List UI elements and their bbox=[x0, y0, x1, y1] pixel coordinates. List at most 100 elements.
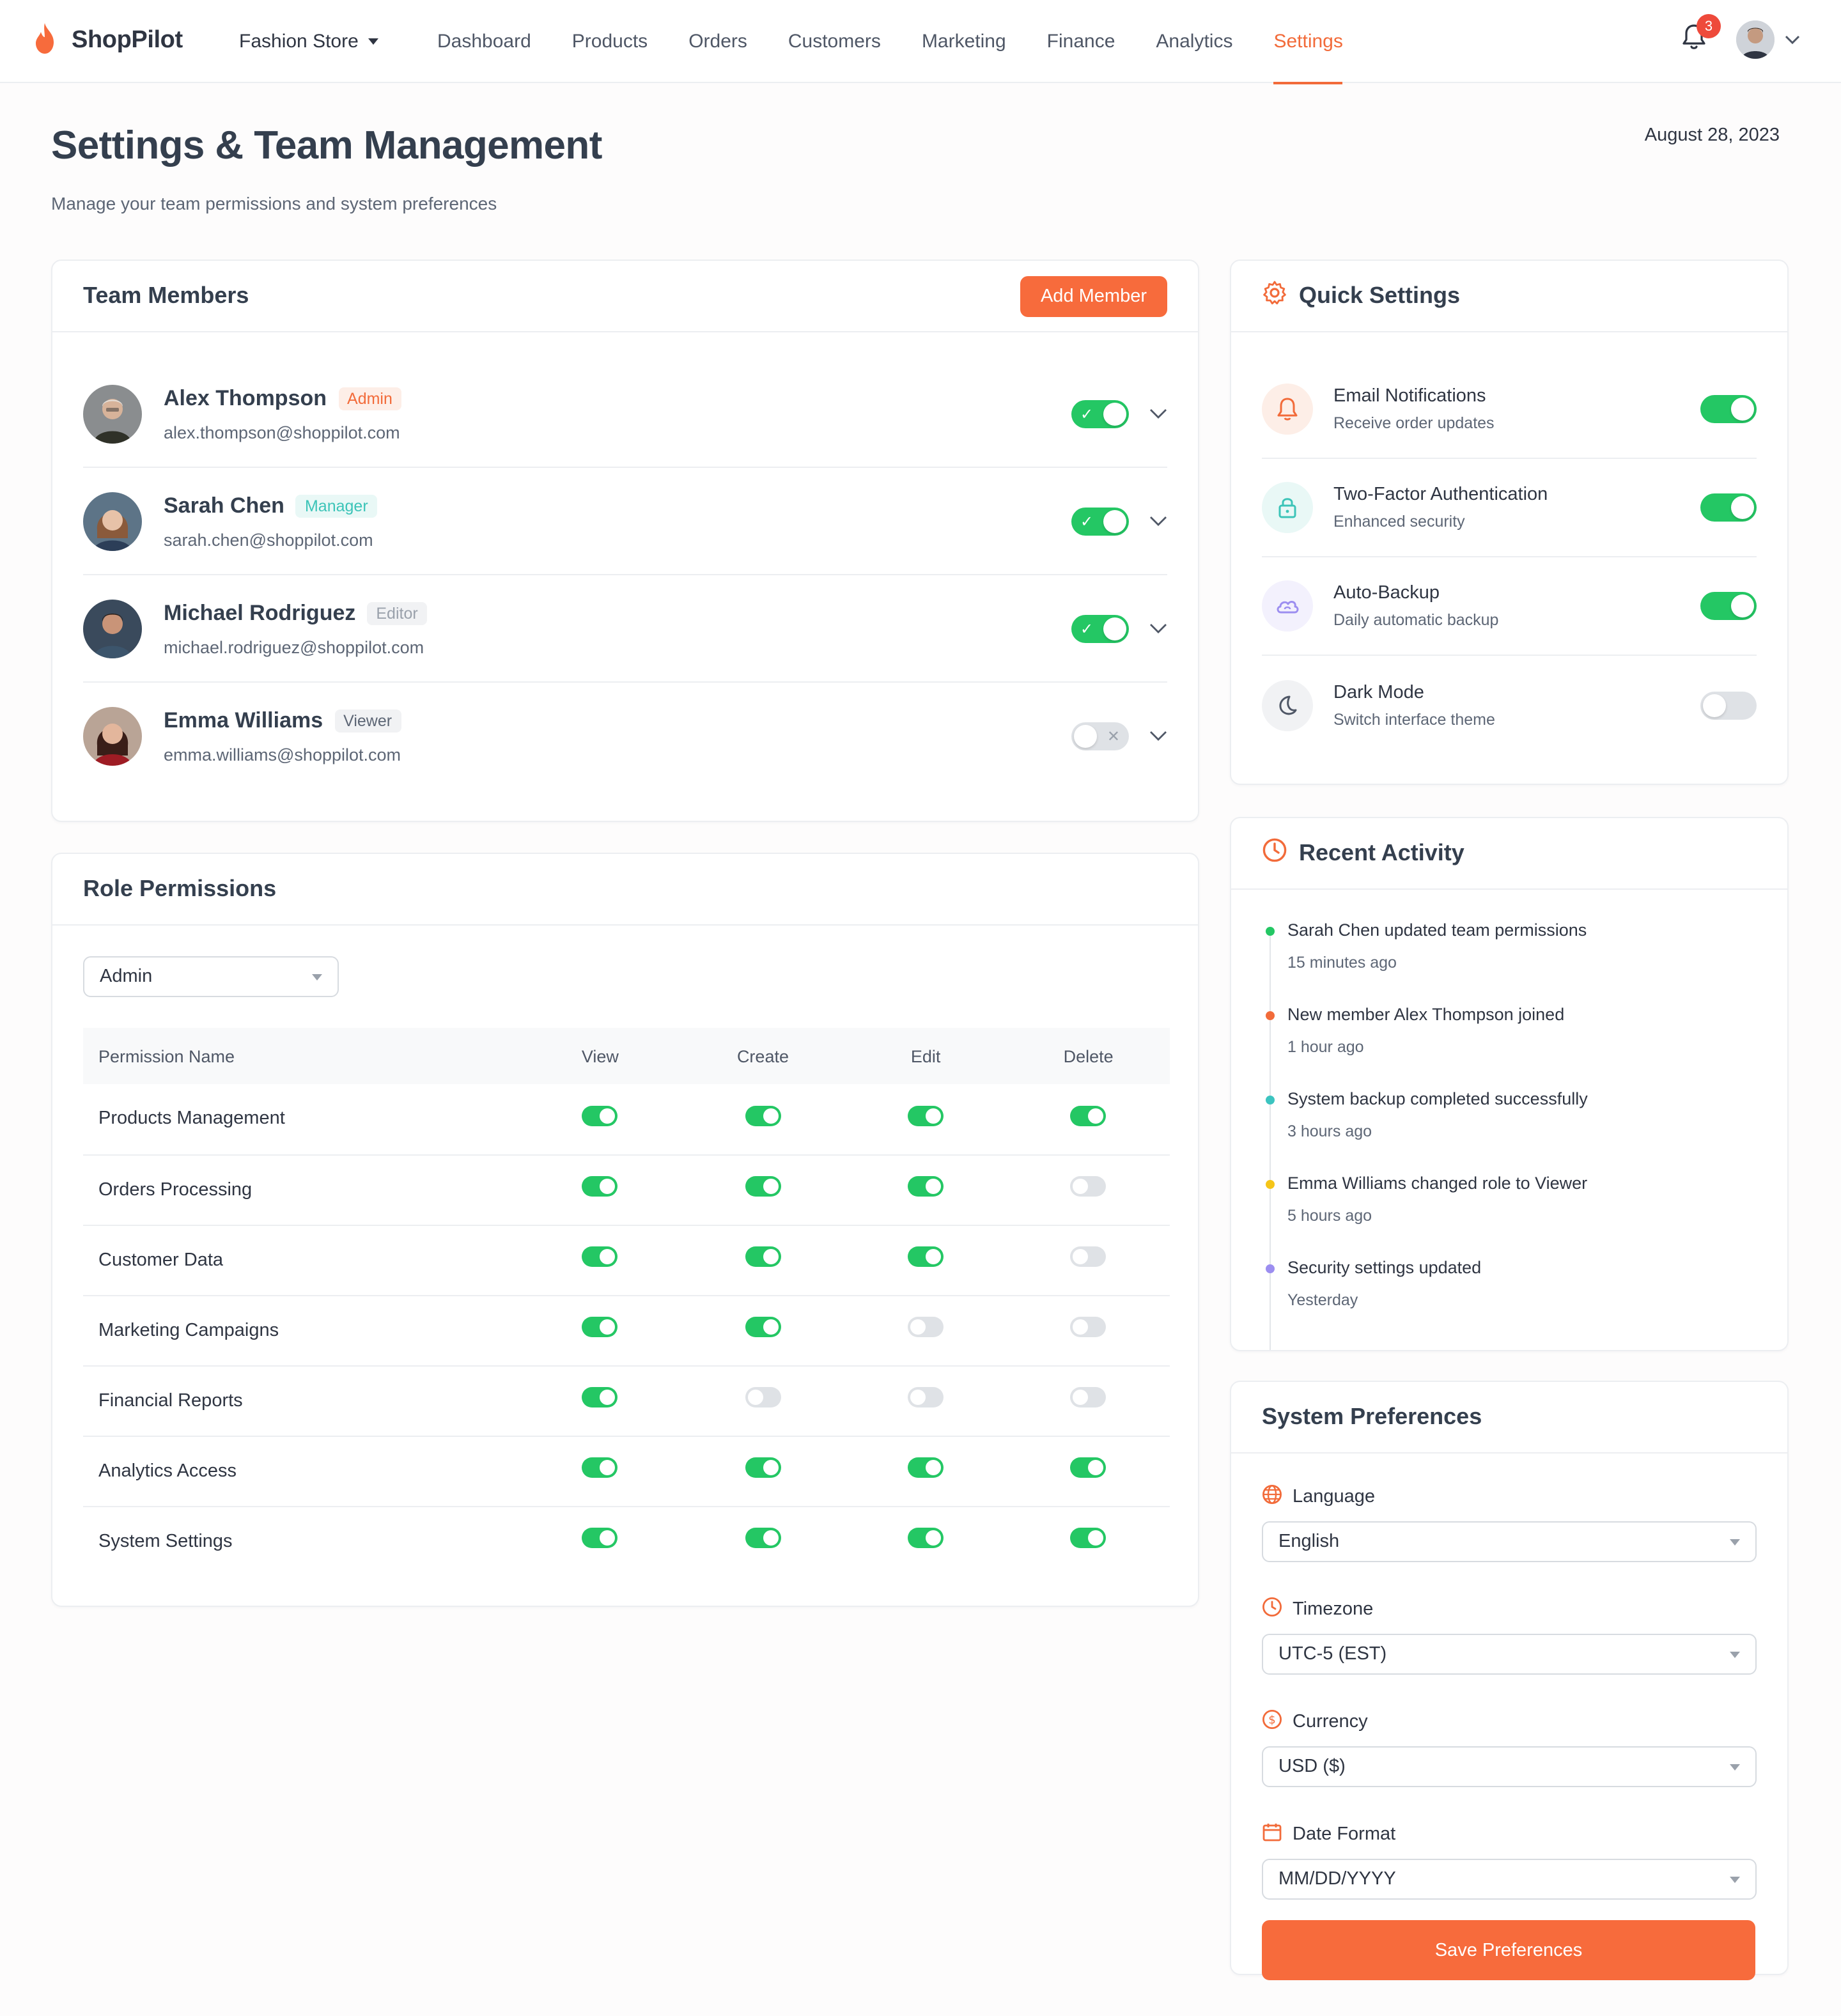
member-row: Sarah Chen Manager sarah.chen@shoppilot.… bbox=[83, 468, 1167, 575]
role-badge: Editor bbox=[367, 601, 427, 624]
role-permissions-card: Role Permissions Admin Permission Name V… bbox=[51, 853, 1199, 1607]
activity-text: New member Alex Thompson joined bbox=[1287, 1005, 1565, 1024]
permission-toggle[interactable] bbox=[582, 1317, 618, 1337]
permission-toggle[interactable] bbox=[1070, 1317, 1107, 1337]
currency-select[interactable]: USD ($) bbox=[1262, 1746, 1757, 1787]
date-format-select[interactable]: MM/DD/YYYY bbox=[1262, 1859, 1757, 1900]
team-members-header: Team Members Add Member bbox=[52, 261, 1198, 332]
system-preferences-header: System Preferences bbox=[1231, 1382, 1787, 1454]
setting-name: Auto-Backup bbox=[1333, 583, 1440, 603]
permission-toggle[interactable] bbox=[908, 1176, 944, 1197]
permission-toggle[interactable] bbox=[1070, 1387, 1107, 1407]
table-row: Products Management bbox=[83, 1084, 1170, 1155]
avatar[interactable] bbox=[83, 492, 142, 550]
activity-item: Security settings updated Yesterday bbox=[1262, 1258, 1787, 1342]
avatar[interactable] bbox=[83, 384, 142, 443]
chevron-down-icon[interactable] bbox=[1149, 510, 1167, 533]
activity-dot bbox=[1266, 1096, 1275, 1105]
permission-toggle[interactable] bbox=[1070, 1246, 1107, 1267]
permission-toggle[interactable] bbox=[582, 1528, 618, 1549]
member-controls: ✓ bbox=[1071, 575, 1167, 683]
permission-toggle[interactable] bbox=[1070, 1457, 1107, 1478]
member-active-toggle[interactable]: ✕ bbox=[1071, 722, 1129, 750]
store-selector[interactable]: Fashion Store bbox=[239, 30, 437, 52]
permission-toggle[interactable] bbox=[908, 1105, 944, 1126]
table-header-row: Permission Name View Create Edit Delete bbox=[83, 1028, 1170, 1084]
lock-icon bbox=[1262, 482, 1313, 533]
system-preferences-card: System Preferences Language English Time… bbox=[1230, 1381, 1789, 1980]
activity-text: Sarah Chen updated team permissions bbox=[1287, 920, 1587, 940]
permission-toggle[interactable] bbox=[1070, 1105, 1107, 1126]
notifications-button[interactable]: 3 bbox=[1675, 14, 1721, 60]
permission-toggle[interactable] bbox=[745, 1457, 781, 1478]
permission-toggle[interactable] bbox=[582, 1176, 618, 1197]
nav-finance[interactable]: Finance bbox=[1047, 0, 1115, 82]
member-row: Alex Thompson Admin alex.thompson@shoppi… bbox=[83, 361, 1167, 468]
currency-label: Currency bbox=[1293, 1712, 1368, 1732]
user-menu[interactable] bbox=[1736, 20, 1800, 59]
caret-down-icon bbox=[1730, 1764, 1740, 1770]
activity-time: 15 minutes ago bbox=[1287, 954, 1397, 972]
nav-settings[interactable]: Settings bbox=[1273, 0, 1344, 84]
member-active-toggle[interactable]: ✓ bbox=[1071, 508, 1129, 536]
permission-toggle[interactable] bbox=[745, 1176, 781, 1197]
table-row: System Settings bbox=[83, 1506, 1170, 1576]
member-active-toggle[interactable]: ✓ bbox=[1071, 615, 1129, 643]
role-select[interactable]: Admin bbox=[83, 956, 339, 997]
setting-description: Enhanced security bbox=[1333, 513, 1465, 531]
chevron-down-icon bbox=[1785, 28, 1800, 51]
caret-down-icon bbox=[1730, 1651, 1740, 1657]
permission-toggle[interactable] bbox=[908, 1317, 944, 1337]
pref-currency: $ Currency USD ($) bbox=[1262, 1709, 1757, 1787]
permission-toggle[interactable] bbox=[745, 1528, 781, 1549]
member-row: Michael Rodriguez Editor michael.rodrigu… bbox=[83, 575, 1167, 683]
permission-toggle[interactable] bbox=[908, 1246, 944, 1267]
permission-toggle[interactable] bbox=[908, 1387, 944, 1407]
permission-toggle[interactable] bbox=[745, 1387, 781, 1407]
table-row: Financial Reports bbox=[83, 1365, 1170, 1436]
email-notifications-toggle[interactable] bbox=[1700, 395, 1757, 423]
nav-products[interactable]: Products bbox=[572, 0, 648, 82]
member-info: Emma Williams Viewer emma.williams@shopp… bbox=[164, 708, 401, 764]
avatar[interactable] bbox=[83, 707, 142, 766]
timezone-select[interactable]: UTC-5 (EST) bbox=[1262, 1634, 1757, 1675]
gear-icon bbox=[1262, 280, 1287, 312]
setting-description: Switch interface theme bbox=[1333, 710, 1495, 728]
nav-orders[interactable]: Orders bbox=[688, 0, 747, 82]
nav-marketing[interactable]: Marketing bbox=[922, 0, 1006, 82]
role-permissions-header: Role Permissions bbox=[52, 854, 1198, 926]
permission-toggle[interactable] bbox=[1070, 1528, 1107, 1549]
member-active-toggle[interactable]: ✓ bbox=[1071, 400, 1129, 428]
col-permission-name: Permission Name bbox=[83, 1028, 519, 1084]
chevron-down-icon[interactable] bbox=[1149, 617, 1167, 640]
auto-backup-toggle[interactable] bbox=[1700, 592, 1757, 620]
permission-toggle[interactable] bbox=[1070, 1176, 1107, 1197]
language-select[interactable]: English bbox=[1262, 1521, 1757, 1562]
permissions-table-body: Products Management Orders Processing Cu… bbox=[83, 1084, 1170, 1576]
nav-customers[interactable]: Customers bbox=[788, 0, 881, 82]
dark-mode-toggle[interactable] bbox=[1700, 691, 1757, 719]
permission-toggle[interactable] bbox=[582, 1246, 618, 1267]
permission-toggle[interactable] bbox=[745, 1246, 781, 1267]
save-preferences-button[interactable]: Save Preferences bbox=[1262, 1920, 1755, 1980]
nav-dashboard[interactable]: Dashboard bbox=[437, 0, 531, 82]
chevron-down-icon[interactable] bbox=[1149, 403, 1167, 426]
two-factor-toggle[interactable] bbox=[1700, 493, 1757, 522]
quick-setting-email-notifications: Email Notifications Receive order update… bbox=[1262, 361, 1757, 459]
member-row: Emma Williams Viewer emma.williams@shopp… bbox=[83, 683, 1167, 790]
permission-toggle[interactable] bbox=[908, 1457, 944, 1478]
team-members-card: Team Members Add Member Alex Thompson Ad… bbox=[51, 260, 1199, 822]
chevron-down-icon[interactable] bbox=[1149, 725, 1167, 748]
permission-toggle[interactable] bbox=[582, 1387, 618, 1407]
permission-toggle[interactable] bbox=[582, 1105, 618, 1126]
nav-analytics[interactable]: Analytics bbox=[1156, 0, 1232, 82]
permission-toggle[interactable] bbox=[745, 1105, 781, 1126]
flame-icon bbox=[31, 21, 59, 61]
permission-toggle[interactable] bbox=[908, 1528, 944, 1549]
permission-toggle[interactable] bbox=[582, 1457, 618, 1478]
brand-logo[interactable]: ShopPilot bbox=[31, 21, 239, 61]
permission-toggle[interactable] bbox=[745, 1317, 781, 1337]
add-member-button[interactable]: Add Member bbox=[1020, 275, 1167, 316]
avatar[interactable] bbox=[83, 599, 142, 658]
quick-setting-dark-mode: Dark Mode Switch interface theme bbox=[1262, 656, 1757, 754]
